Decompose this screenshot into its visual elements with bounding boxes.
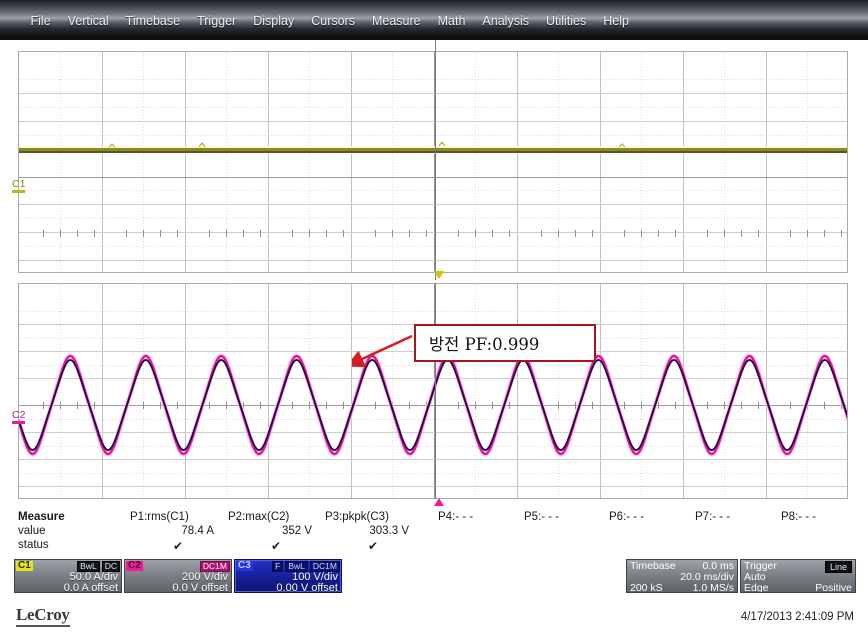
channel-descriptor-c1[interactable]: C1 BwL DC 50.0 A/div 0.0 A offset [14,559,122,593]
menu-item-help[interactable]: Help [595,13,638,29]
menu-item-trigger[interactable]: Trigger [189,13,245,29]
menu-item-vertical[interactable]: Vertical [59,13,117,29]
measure-value-label: value [18,525,46,537]
measure-header-p3[interactable]: P3:pkpk(C3) [325,511,409,523]
waveform-traces-sine [19,353,847,457]
channel-descriptor-c1-offset: 0.0 A offset [63,582,118,593]
descriptor-bar: C1 BwL DC 50.0 A/div 0.0 A offset C2 DC1… [0,559,868,603]
menu-bar: File Vertical Timebase Trigger Display C… [0,0,868,40]
measure-value-row: value 78.4 A 352 V 303.3 V [0,525,868,539]
measure-table-title: Measure [18,511,65,523]
menu-item-timebase[interactable]: Timebase [117,13,188,29]
trigger-position-line-top [434,40,436,280]
channel-descriptor-c2-name: C2 [126,560,143,571]
menu-bar-items: File Vertical Timebase Trigger Display C… [22,13,637,29]
measure-header-p2[interactable]: P2:max(C2) [228,511,312,523]
channel-label-c2-text: C2 [12,409,26,421]
annotation-callout-box[interactable]: 방전 PF:0.999 [414,324,596,362]
measure-status-p2: ✔ [270,539,282,553]
waveform-trace-c1 [19,141,847,154]
measure-status-label: status [18,539,49,551]
timebase-memory: 200 kS [630,582,663,593]
trigger-source-badge[interactable]: Line [824,561,852,573]
measure-header-p6[interactable]: P6:- - - [609,511,693,523]
channel-label-c2-bar [12,421,26,424]
channel-descriptor-c3-name: C3 [236,560,253,571]
channel-descriptor-c3[interactable]: C3 F BwL DC1M 100 V/div 0.00 V offset [234,559,342,593]
timestamp: 4/17/2013 2:41:09 PM [740,611,854,623]
measure-status-p1: ✔ [172,539,184,553]
timebase-title: Timebase [630,560,676,572]
measure-header-p4[interactable]: P4:- - - [438,511,522,523]
waveform-grid-top[interactable] [18,51,848,273]
menu-item-file[interactable]: File [22,13,59,29]
waveform-display-area[interactable]: C1 C2 방전 PF:0.999 [0,40,868,510]
measure-status-p3: ✔ [367,539,379,553]
channel-label-c1-bar [12,190,26,193]
menu-item-measure[interactable]: Measure [363,13,429,29]
measure-header-p8[interactable]: P8:- - - [781,511,865,523]
measure-header-p5[interactable]: P5:- - - [524,511,608,523]
menu-item-utilities[interactable]: Utilities [537,13,594,29]
measure-value-p2: 352 V [281,525,312,537]
menu-item-math[interactable]: Math [429,13,474,29]
annotation-callout-text: 방전 PF:0.999 [429,335,540,354]
trigger-position-line-bottom [434,283,436,499]
measure-header-p7[interactable]: P7:- - - [695,511,779,523]
channel-descriptor-c2-offset: 0.0 V offset [172,582,228,593]
trigger-descriptor[interactable]: Trigger Line Auto Edge Positive [740,559,856,593]
trigger-slope[interactable]: Positive [815,582,852,592]
measure-table[interactable]: Measure P1:rms(C1) P2:max(C2) P3:pkpk(C3… [0,511,868,557]
menu-item-analysis[interactable]: Analysis [474,13,538,29]
trigger-marker-bottom-icon[interactable] [434,498,444,506]
lecroy-logo: LeCroy [16,605,70,627]
measure-status-row: status ✔ ✔ ✔ [0,539,868,553]
channel-descriptor-c1-name: C1 [16,560,33,571]
measure-value-p1: 78.4 A [181,525,214,537]
measure-value-p3: 303.3 V [369,525,409,537]
menu-item-display[interactable]: Display [245,13,303,29]
timebase-sample-rate: 1.0 MS/s [692,582,734,593]
channel-descriptor-c2[interactable]: C2 DC1M 200 V/div 0.0 V offset [124,559,232,593]
channel-descriptor-c3-offset: 0.00 V offset [276,582,338,593]
channel-label-c1-text: C1 [12,178,26,190]
trigger-marker-top-icon[interactable] [434,271,444,279]
annotation-arrow-icon [352,334,413,368]
trigger-type[interactable]: Edge [744,582,769,592]
menu-item-cursors[interactable]: Cursors [303,13,364,29]
measure-header-row: Measure P1:rms(C1) P2:max(C2) P3:pkpk(C3… [0,511,868,525]
waveform-grid-bottom[interactable] [18,283,848,499]
channel-label-c2[interactable]: C2 [10,409,27,424]
measure-header-p1[interactable]: P1:rms(C1) [130,511,214,523]
channel-label-c1[interactable]: C1 [10,178,27,193]
timebase-descriptor[interactable]: Timebase 0.0 ms 20.0 ms/div 200 kS 1.0 M… [626,559,738,593]
